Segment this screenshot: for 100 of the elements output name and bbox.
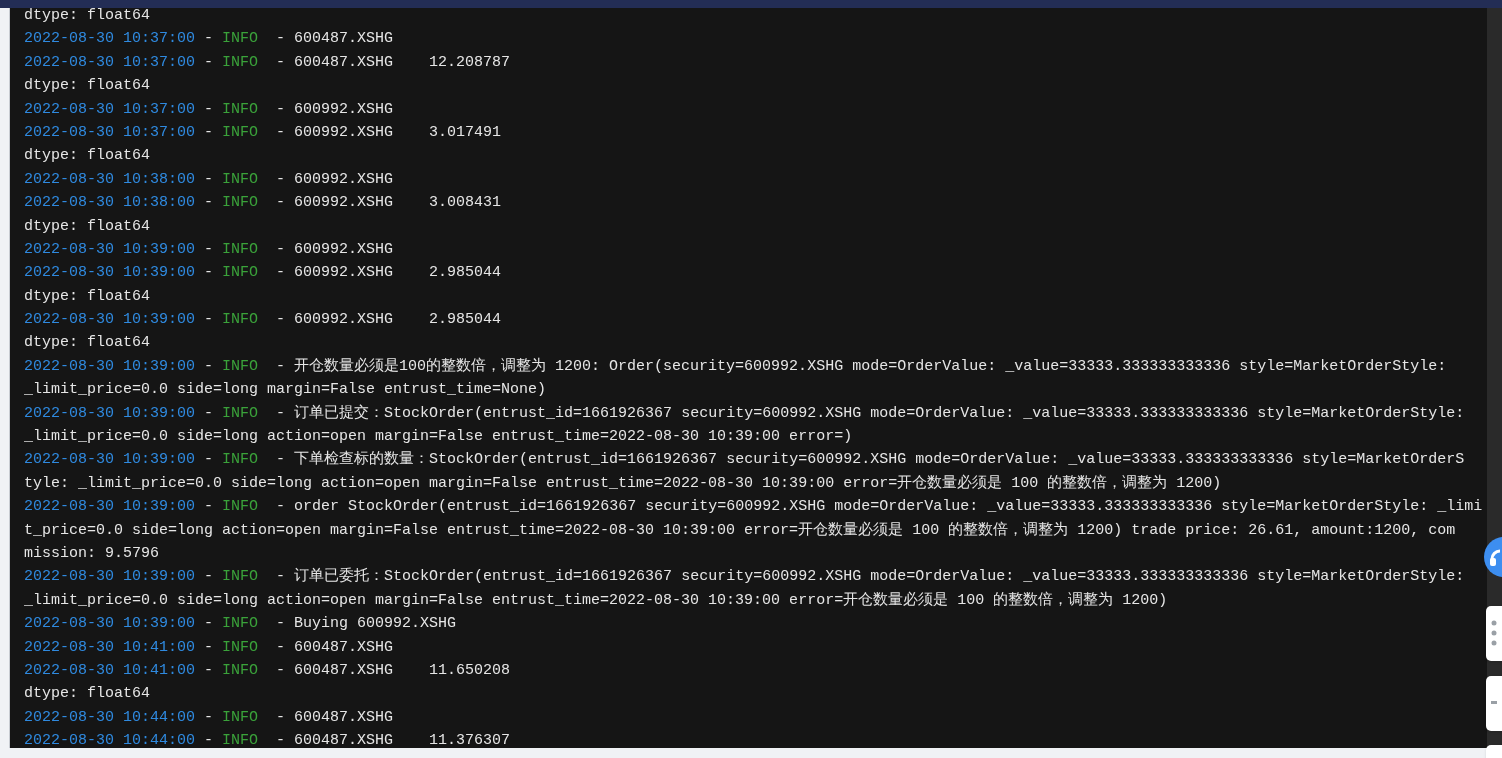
log-separator: - — [204, 169, 214, 190]
log-separator: - — [276, 169, 286, 190]
log-text: dtype: float64 — [24, 76, 151, 97]
log-separator: - — [204, 263, 214, 284]
log-timestamp: 2022-08-30 10:39:00 — [24, 614, 196, 635]
log-timestamp: 2022-08-30 10:39:00 — [24, 356, 196, 377]
log-level: INFO — [222, 637, 259, 658]
log-level: INFO — [222, 731, 259, 748]
log-timestamp: 2022-08-30 10:39:00 — [24, 403, 196, 424]
log-separator: - — [276, 310, 286, 331]
log-message: Buying 600992.XSHG — [294, 614, 457, 635]
log-message: 600992.XSHG — [294, 239, 394, 260]
log-level: INFO — [222, 356, 259, 377]
log-separator: - — [204, 731, 214, 748]
log-separator: - — [204, 310, 214, 331]
log-separator: - — [204, 52, 214, 73]
log-separator: - — [204, 660, 214, 681]
dash-icon — [1491, 701, 1497, 704]
log-timestamp: 2022-08-30 10:39:00 — [24, 310, 196, 331]
log-separator: - — [276, 567, 286, 588]
log-separator: - — [204, 356, 214, 377]
log-separator: - — [276, 403, 286, 424]
log-message: _limit_price=0.0 side=long margin=False entrust_time=None) — [24, 380, 547, 401]
log-message: 订单已提交：StockOrder(entrust_id=1661926367 security=600992.XSHG mode=OrderValue: _value=33333.333333333336 style=MarketOrderStyle: — [294, 403, 1465, 424]
log-message: 600487.XSHG — [294, 707, 394, 728]
log-separator: - — [204, 497, 214, 518]
log-separator: - — [276, 29, 286, 50]
log-level: INFO — [222, 239, 259, 260]
log-message: 600992.XSHG — [294, 169, 394, 190]
log-separator: - — [204, 122, 214, 143]
log-level: INFO — [222, 310, 259, 331]
log-message: 600487.XSHG 11.376307 — [294, 731, 511, 748]
log-text: dtype: float64 — [24, 684, 151, 705]
log-message: 600992.XSHG — [294, 99, 394, 120]
log-separator: - — [204, 193, 214, 214]
log-separator: - — [276, 707, 286, 728]
log-timestamp: 2022-08-30 10:39:00 — [24, 450, 196, 471]
log-level: INFO — [222, 403, 259, 424]
log-level: INFO — [222, 660, 259, 681]
log-level: INFO — [222, 99, 259, 120]
log-message: 600487.XSHG 12.208787 — [294, 52, 511, 73]
log-message: 下单检查标的数量：StockOrder(entrust_id=1661926367 security=600992.XSHG mode=OrderValue: _value=33333.333333333336 style=MarketOrderS — [294, 449, 1465, 471]
log-timestamp: 2022-08-30 10:37:00 — [24, 99, 196, 120]
log-message: 600992.XSHG 3.017491 — [294, 122, 502, 143]
log-level: INFO — [222, 29, 259, 50]
log-message: 订单已委托：StockOrder(entrust_id=1661926367 security=600992.XSHG mode=OrderValue: _value=33333.333333333336 style=MarketOrderStyle: — [294, 566, 1465, 588]
log-separator: - — [204, 637, 214, 658]
log-timestamp: 2022-08-30 10:39:00 — [24, 497, 196, 518]
dots-icon — [1491, 620, 1497, 646]
log-text: dtype: float64 — [24, 333, 151, 354]
log-timestamp: 2022-08-30 10:39:00 — [24, 567, 196, 588]
log-timestamp: 2022-08-30 10:37:00 — [24, 29, 196, 50]
log-separator: - — [204, 614, 214, 635]
log-text: dtype: float64 — [24, 216, 151, 237]
log-message: t_price=0.0 side=long action=open margin=False entrust_time=2022-08-30 10:39:00 error=开仓数量必须是 100 的整数倍，调整为 1200) trade price: 26.61, amount:1200, com — [24, 520, 1456, 541]
log-separator: - — [204, 99, 214, 120]
log-timestamp: 2022-08-30 10:44:00 — [24, 731, 196, 748]
log-separator: - — [276, 614, 286, 635]
log-message: 600487.XSHG 11.650208 — [294, 660, 511, 681]
log-timestamp: 2022-08-30 10:38:00 — [24, 169, 196, 190]
log-message: tyle: _limit_price=0.0 side=long action=open margin=False entrust_time=2022-08-30 10:39:00 error=开仓数量必须是 100 的整数倍，调整为 1200) — [24, 473, 1222, 494]
log-separator: - — [204, 239, 214, 260]
log-message: mission: 9.5796 — [24, 544, 160, 564]
log-message: 开仓数量必须是100的整数倍，调整为 1200: Order(security=600992.XSHG mode=OrderValue: _value=33333.333333333336 style=MarketOrderStyle: — [294, 356, 1447, 377]
log-separator: - — [276, 52, 286, 73]
log-text: dtype: float64 — [24, 286, 151, 307]
log-separator: - — [276, 660, 286, 681]
log-message: _limit_price=0.0 side=long action=open margin=False entrust_time=2022-08-30 10:39:00 error=) — [24, 427, 853, 448]
log-timestamp: 2022-08-30 10:39:00 — [24, 263, 196, 284]
log-timestamp: 2022-08-30 10:44:00 — [24, 707, 196, 728]
log-level: INFO — [222, 707, 259, 728]
log-separator: - — [204, 450, 214, 471]
log-message: 600992.XSHG 2.985044 — [294, 263, 502, 284]
log-timestamp: 2022-08-30 10:41:00 — [24, 637, 196, 658]
log-separator: - — [276, 239, 286, 260]
log-separator: - — [276, 637, 286, 658]
log-separator: - — [276, 356, 286, 377]
log-message: 600992.XSHG 2.985044 — [294, 310, 502, 331]
log-timestamp: 2022-08-30 10:37:00 — [24, 52, 196, 73]
log-message: 600487.XSHG — [294, 637, 394, 658]
log-separator: - — [204, 29, 214, 50]
log-separator: - — [204, 567, 214, 588]
log-timestamp: 2022-08-30 10:41:00 — [24, 660, 196, 681]
log-timestamp: 2022-08-30 10:38:00 — [24, 193, 196, 214]
log-separator: - — [204, 707, 214, 728]
log-separator: - — [276, 731, 286, 748]
log-message: 600992.XSHG 3.008431 — [294, 193, 502, 214]
log-separator: - — [276, 497, 286, 518]
log-level: INFO — [222, 497, 259, 518]
log-level: INFO — [222, 263, 259, 284]
log-timestamp: 2022-08-30 10:39:00 — [24, 239, 196, 260]
log-separator: - — [276, 450, 286, 471]
log-message: _limit_price=0.0 side=long action=open margin=False entrust_time=2022-08-30 10:39:00 error=开仓数量必须是 100 的整数倍，调整为 1200) — [24, 590, 1168, 611]
log-level: INFO — [222, 122, 259, 143]
log-separator: - — [204, 403, 214, 424]
log-level: INFO — [222, 450, 259, 471]
log-separator: - — [276, 122, 286, 143]
log-level: INFO — [222, 567, 259, 588]
log-level: INFO — [222, 614, 259, 635]
log-level: INFO — [222, 52, 259, 73]
